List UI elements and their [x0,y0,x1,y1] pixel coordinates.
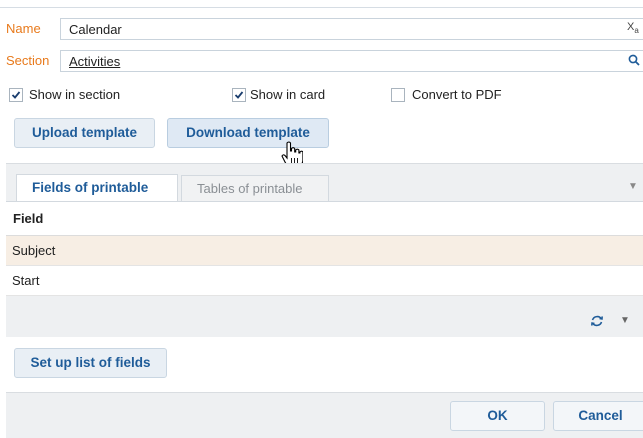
row-separator [6,295,643,296]
checkbox-box[interactable] [9,88,23,102]
grid-header-field[interactable]: Field [13,211,43,226]
refresh-icon[interactable] [590,314,604,331]
convert-to-pdf-checkbox[interactable]: Convert to PDF [391,87,531,103]
set-up-list-of-fields-button[interactable]: Set up list of fields [14,348,167,378]
show-in-section-label: Show in section [29,87,121,102]
row-cell: Subject [12,243,56,258]
cancel-button[interactable]: Cancel [553,401,643,431]
name-label: Name [6,21,41,36]
show-in-card-checkbox[interactable]: Show in card [232,87,372,103]
show-in-section-checkbox[interactable]: Show in section [9,87,169,103]
upload-template-button[interactable]: Upload template [14,118,155,148]
name-field[interactable]: Calendar Χa [60,18,643,40]
tab-label: Tables of printable [197,181,303,196]
row-cell: Start [12,273,40,288]
table-row[interactable]: Start [6,266,643,295]
convert-to-pdf-label: Convert to PDF [412,87,502,102]
dialog-footer [6,392,643,438]
tab-label: Fields of printable [32,180,149,195]
section-label: Section [6,53,50,68]
checkbox-box[interactable] [232,88,246,102]
download-template-button[interactable]: Download template [167,118,329,148]
table-row[interactable]: Subject [6,236,643,265]
show-in-card-label: Show in card [250,87,326,102]
grid-menu-icon[interactable]: ▼ [620,315,630,326]
ok-button[interactable]: OK [450,401,545,431]
translate-icon[interactable]: Χa [627,21,639,35]
tab-fields-of-printable[interactable]: Fields of printable [16,174,178,201]
name-value: Calendar [69,22,122,37]
top-border [0,7,643,8]
checkbox-box[interactable] [391,88,405,102]
section-field[interactable]: Activities [60,50,643,72]
section-value[interactable]: Activities [69,54,120,69]
tab-tables-of-printable[interactable]: Tables of printable [181,175,329,201]
search-icon[interactable] [628,54,640,69]
tabs-menu-icon[interactable]: ▼ [628,181,638,192]
